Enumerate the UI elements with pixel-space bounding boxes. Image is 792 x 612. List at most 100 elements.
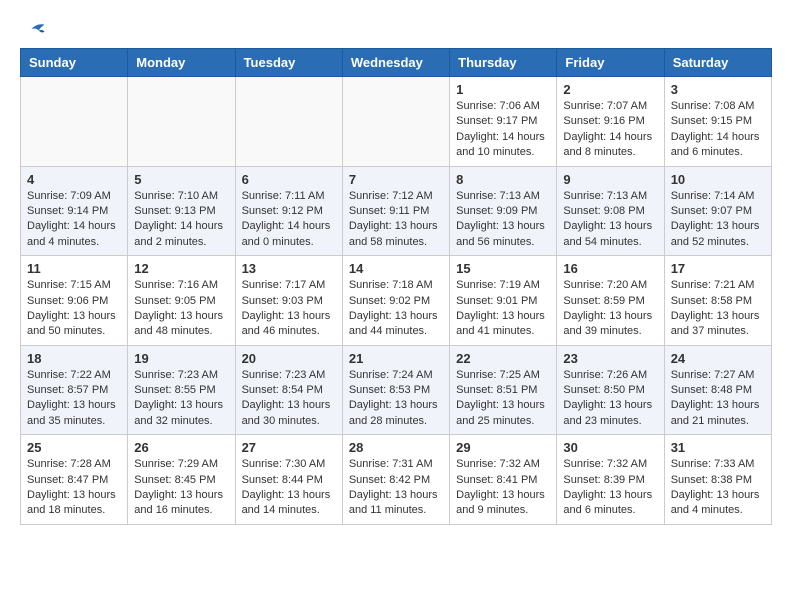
calendar-cell: 7Sunrise: 7:12 AM Sunset: 9:11 PM Daylig…: [342, 166, 449, 256]
day-number: 25: [27, 440, 121, 455]
day-number: 6: [242, 172, 336, 187]
calendar-cell: 8 Sunrise: 7:13 AM Sunset: 9:09 PM Daylig…: [450, 166, 557, 256]
calendar-cell: 16Sunrise: 7:20 AM Sunset: 8:59 PM Dayli…: [557, 256, 664, 346]
day-info: Sunrise: 7:33 AM Sunset: 8:38 PM Dayligh…: [671, 457, 765, 519]
calendar-cell: [235, 77, 342, 167]
calendar-cell: 24 Sunrise: 7:27 AM Sunset: 8:48 PM Dayli…: [664, 345, 771, 435]
calendar-cell: 13 Sunrise: 7:17 AM Sunset: 9:03 PM Dayli…: [235, 256, 342, 346]
day-info: Sunrise: 7:14 AM Sunset: 9:07 PM Dayligh…: [671, 189, 765, 251]
day-number: 26: [134, 440, 228, 455]
day-info: Sunrise: 7:09 AM Sunset: 9:14 PM Dayligh…: [27, 189, 121, 251]
calendar-cell: 21 Sunrise: 7:24 AM Sunset: 8:53 PM Dayli…: [342, 345, 449, 435]
calendar-cell: 22 Sunrise: 7:25 AM Sunset: 8:51 PM Dayli…: [450, 345, 557, 435]
logo: [20, 20, 46, 38]
calendar-cell: 15 Sunrise: 7:19 AM Sunset: 9:01 PM Dayli…: [450, 256, 557, 346]
calendar-cell: 29 Sunrise: 7:32 AM Sunset: 8:41 PM Dayli…: [450, 435, 557, 525]
column-header-sunday: Sunday: [21, 49, 128, 77]
day-number: 12: [134, 261, 228, 276]
calendar-cell: 5 Sunrise: 7:10 AM Sunset: 9:13 PM Daylig…: [128, 166, 235, 256]
calendar-cell: 6 Sunrise: 7:11 AM Sunset: 9:12 PM Daylig…: [235, 166, 342, 256]
day-info: Sunrise: 7:32 AM Sunset: 8:41 PM Dayligh…: [456, 457, 550, 519]
day-info: Sunrise: 7:23 AM Sunset: 8:55 PM Dayligh…: [134, 368, 228, 430]
day-info: Sunrise: 7:10 AM Sunset: 9:13 PM Dayligh…: [134, 189, 228, 251]
day-number: 22: [456, 351, 550, 366]
day-info: Sunrise: 7:26 AM Sunset: 8:50 PM Dayligh…: [563, 368, 657, 430]
day-number: 29: [456, 440, 550, 455]
calendar-cell: 17 Sunrise: 7:21 AM Sunset: 8:58 PM Dayli…: [664, 256, 771, 346]
day-info: Sunrise: 7:24 AM Sunset: 8:53 PM Dayligh…: [349, 368, 443, 430]
calendar-cell: 31 Sunrise: 7:33 AM Sunset: 8:38 PM Dayli…: [664, 435, 771, 525]
day-number: 3: [671, 82, 765, 97]
calendar-cell: 4 Sunrise: 7:09 AM Sunset: 9:14 PM Daylig…: [21, 166, 128, 256]
day-number: 8: [456, 172, 550, 187]
logo-bird-icon: [24, 20, 46, 38]
day-number: 4: [27, 172, 121, 187]
column-header-monday: Monday: [128, 49, 235, 77]
column-header-thursday: Thursday: [450, 49, 557, 77]
calendar-cell: 26 Sunrise: 7:29 AM Sunset: 8:45 PM Dayli…: [128, 435, 235, 525]
day-number: 1: [456, 82, 550, 97]
day-info: Sunrise: 7:17 AM Sunset: 9:03 PM Dayligh…: [242, 278, 336, 340]
calendar-cell: [21, 77, 128, 167]
day-number: 16: [563, 261, 657, 276]
day-info: Sunrise: 7:23 AM Sunset: 8:54 PM Dayligh…: [242, 368, 336, 430]
calendar-week-row: 4 Sunrise: 7:09 AM Sunset: 9:14 PM Daylig…: [21, 166, 772, 256]
day-info: Sunrise: 7:16 AM Sunset: 9:05 PM Dayligh…: [134, 278, 228, 340]
column-header-friday: Friday: [557, 49, 664, 77]
day-info: Sunrise: 7:29 AM Sunset: 8:45 PM Dayligh…: [134, 457, 228, 519]
day-number: 14: [349, 261, 443, 276]
calendar-week-row: 1 Sunrise: 7:06 AM Sunset: 9:17 PM Daylig…: [21, 77, 772, 167]
day-info: Sunrise: 7:15 AM Sunset: 9:06 PM Dayligh…: [27, 278, 121, 340]
day-number: 18: [27, 351, 121, 366]
calendar-cell: 25Sunrise: 7:28 AM Sunset: 8:47 PM Dayli…: [21, 435, 128, 525]
day-number: 21: [349, 351, 443, 366]
calendar-cell: 1 Sunrise: 7:06 AM Sunset: 9:17 PM Daylig…: [450, 77, 557, 167]
day-info: Sunrise: 7:13 AM Sunset: 9:09 PM Dayligh…: [456, 189, 550, 251]
calendar-week-row: 11 Sunrise: 7:15 AM Sunset: 9:06 PM Dayli…: [21, 256, 772, 346]
calendar-cell: 3Sunrise: 7:08 AM Sunset: 9:15 PM Daylig…: [664, 77, 771, 167]
calendar-cell: 18 Sunrise: 7:22 AM Sunset: 8:57 PM Dayli…: [21, 345, 128, 435]
calendar-cell: 27Sunrise: 7:30 AM Sunset: 8:44 PM Dayli…: [235, 435, 342, 525]
day-number: 24: [671, 351, 765, 366]
day-info: Sunrise: 7:25 AM Sunset: 8:51 PM Dayligh…: [456, 368, 550, 430]
day-info: Sunrise: 7:13 AM Sunset: 9:08 PM Dayligh…: [563, 189, 657, 251]
column-header-saturday: Saturday: [664, 49, 771, 77]
page-header: [20, 20, 772, 38]
day-number: 30: [563, 440, 657, 455]
day-number: 23: [563, 351, 657, 366]
day-number: 19: [134, 351, 228, 366]
calendar-cell: 20 Sunrise: 7:23 AM Sunset: 8:54 PM Dayli…: [235, 345, 342, 435]
day-info: Sunrise: 7:22 AM Sunset: 8:57 PM Dayligh…: [27, 368, 121, 430]
day-number: 27: [242, 440, 336, 455]
calendar-week-row: 18 Sunrise: 7:22 AM Sunset: 8:57 PM Dayli…: [21, 345, 772, 435]
calendar-cell: 10 Sunrise: 7:14 AM Sunset: 9:07 PM Dayli…: [664, 166, 771, 256]
day-info: Sunrise: 7:27 AM Sunset: 8:48 PM Dayligh…: [671, 368, 765, 430]
day-number: 17: [671, 261, 765, 276]
day-number: 7: [349, 172, 443, 187]
day-info: Sunrise: 7:06 AM Sunset: 9:17 PM Dayligh…: [456, 99, 550, 161]
calendar-cell: 14Sunrise: 7:18 AM Sunset: 9:02 PM Dayli…: [342, 256, 449, 346]
calendar-cell: 12 Sunrise: 7:16 AM Sunset: 9:05 PM Dayli…: [128, 256, 235, 346]
day-number: 10: [671, 172, 765, 187]
day-number: 13: [242, 261, 336, 276]
day-info: Sunrise: 7:19 AM Sunset: 9:01 PM Dayligh…: [456, 278, 550, 340]
day-info: Sunrise: 7:11 AM Sunset: 9:12 PM Dayligh…: [242, 189, 336, 251]
day-info: Sunrise: 7:07 AM Sunset: 9:16 PM Dayligh…: [563, 99, 657, 161]
day-number: 15: [456, 261, 550, 276]
day-number: 9: [563, 172, 657, 187]
calendar-cell: 11 Sunrise: 7:15 AM Sunset: 9:06 PM Dayli…: [21, 256, 128, 346]
day-number: 5: [134, 172, 228, 187]
day-number: 31: [671, 440, 765, 455]
day-number: 11: [27, 261, 121, 276]
calendar-week-row: 25Sunrise: 7:28 AM Sunset: 8:47 PM Dayli…: [21, 435, 772, 525]
calendar-cell: 23 Sunrise: 7:26 AM Sunset: 8:50 PM Dayli…: [557, 345, 664, 435]
calendar-cell: [128, 77, 235, 167]
day-number: 20: [242, 351, 336, 366]
calendar-cell: 9 Sunrise: 7:13 AM Sunset: 9:08 PM Daylig…: [557, 166, 664, 256]
day-number: 2: [563, 82, 657, 97]
calendar-cell: 19 Sunrise: 7:23 AM Sunset: 8:55 PM Dayli…: [128, 345, 235, 435]
day-info: Sunrise: 7:21 AM Sunset: 8:58 PM Dayligh…: [671, 278, 765, 340]
calendar-cell: 28Sunrise: 7:31 AM Sunset: 8:42 PM Dayli…: [342, 435, 449, 525]
column-header-wednesday: Wednesday: [342, 49, 449, 77]
calendar-table: SundayMondayTuesdayWednesdayThursdayFrid…: [20, 48, 772, 525]
